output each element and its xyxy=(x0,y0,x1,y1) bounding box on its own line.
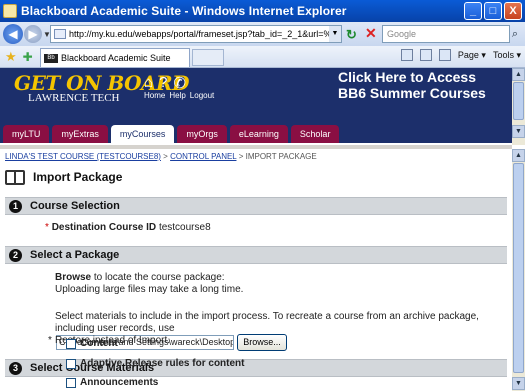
book-icon xyxy=(5,169,25,185)
window-controls: _ □ X xyxy=(464,2,522,20)
ie-app-icon xyxy=(3,4,17,18)
announcements-checkbox-label: Announcements xyxy=(80,377,159,388)
destination-course-row: * Destination Course ID testcourse8 xyxy=(45,222,211,234)
scroll-up-arrow-icon[interactable]: ▲ xyxy=(512,149,525,162)
breadcrumb-course-link[interactable]: LINDA'S TEST COURSE (TESTCOURSE8) xyxy=(5,152,161,161)
logout-link[interactable]: Logout xyxy=(190,91,214,100)
scroll-up-arrow-icon[interactable]: ▲ xyxy=(512,68,525,81)
tab-myltu[interactable]: myLTU xyxy=(3,125,50,143)
browser-tab[interactable]: Bb Blackboard Academic Suite xyxy=(40,48,190,67)
content-checkbox-label: Content xyxy=(80,338,118,349)
section-select-package: 2 Select a Package xyxy=(5,246,507,264)
required-marker: * xyxy=(45,222,49,233)
home-icon[interactable]: ⌂ xyxy=(144,74,153,92)
minimize-button[interactable]: _ xyxy=(464,2,482,20)
feeds-icon[interactable] xyxy=(419,49,432,61)
step-number-icon: 3 xyxy=(9,361,22,375)
forward-button[interactable]: ▶ xyxy=(24,25,42,43)
blackboard-favicon: Bb xyxy=(44,53,58,63)
section-title: Select a Package xyxy=(30,249,120,261)
stop-icon[interactable]: ✕ xyxy=(365,25,377,42)
tab-myextras[interactable]: myExtras xyxy=(52,125,108,143)
search-input[interactable]: Google xyxy=(382,25,510,43)
summer-courses-link[interactable]: Click Here to Access BB6 Summer Courses xyxy=(338,69,486,101)
adaptive-release-checkbox-label: Adaptive Release rules for content xyxy=(80,358,245,369)
page-content: GET ON BOARD LAWRENCE TECH ⌂ ? ✆ Home He… xyxy=(0,68,512,391)
page-header: Import Package xyxy=(5,164,505,190)
page-icon xyxy=(54,29,66,39)
page-menu[interactable]: Page ▾ xyxy=(458,50,486,61)
announcements-checkbox[interactable] xyxy=(66,377,76,388)
utility-labels: Home Help Logout xyxy=(144,91,214,100)
package-instructions: Browse to locate the course package: Upl… xyxy=(55,272,244,295)
adaptive-release-checkbox[interactable] xyxy=(66,358,76,369)
banner-frame-scrollbar[interactable]: ▼ xyxy=(512,81,525,145)
window-titlebar: Blackboard Academic Suite - Windows Inte… xyxy=(0,0,525,22)
print-icon[interactable] xyxy=(438,49,451,61)
window-title: Blackboard Academic Suite - Windows Inte… xyxy=(21,4,347,18)
portal-tabs: myLTU myExtras myCourses myOrgs eLearnin… xyxy=(0,125,512,145)
address-dropdown-icon[interactable]: ▼ xyxy=(329,26,341,42)
main-frame: LINDA'S TEST COURSE (TESTCOURSE8) > CONT… xyxy=(0,149,512,391)
tab-elearning[interactable]: eLearning xyxy=(229,125,288,143)
section-course-selection: 1 Course Selection xyxy=(5,197,507,215)
new-tab-button[interactable] xyxy=(192,49,224,66)
step-number-icon: 2 xyxy=(9,248,22,262)
breadcrumb-control-panel-link[interactable]: CONTROL PANEL xyxy=(170,152,236,161)
page-title: Import Package xyxy=(33,170,123,184)
favorites-star-icon[interactable]: ★ xyxy=(5,49,17,65)
destination-course-label: Destination Course ID xyxy=(51,222,157,233)
tab-scholar[interactable]: Scholar xyxy=(290,125,340,143)
scroll-down-arrow-icon[interactable]: ▼ xyxy=(512,377,525,390)
breadcrumb-current: IMPORT PACKAGE xyxy=(245,152,317,161)
close-button[interactable]: X xyxy=(504,2,522,20)
search-icon[interactable]: ⌕ xyxy=(507,25,523,43)
utility-icons: ⌂ ? ✆ xyxy=(144,74,186,92)
main-scroll-thumb[interactable] xyxy=(513,163,524,373)
tools-menu[interactable]: Tools ▾ xyxy=(493,50,521,61)
help-link[interactable]: Help xyxy=(169,91,185,100)
section-title: Course Selection xyxy=(30,200,120,212)
address-bar[interactable]: http://my.ku.edu/webapps/portal/frameset… xyxy=(50,25,342,43)
destination-course-value: testcourse8 xyxy=(158,222,211,233)
scroll-down-arrow-icon[interactable]: ▼ xyxy=(512,125,525,138)
tab-myorgs[interactable]: myOrgs xyxy=(177,125,227,143)
announcements-checkbox-row[interactable]: Announcements xyxy=(66,377,158,388)
maximize-button[interactable]: □ xyxy=(484,2,502,20)
required-marker: * xyxy=(48,335,52,346)
main-scrollbar[interactable]: ▲ ▼ xyxy=(512,149,525,391)
materials-instructions: Select materials to include in the impor… xyxy=(55,311,479,346)
help-icon[interactable]: ? xyxy=(159,74,167,92)
command-buttons: Page ▾ Tools ▾ xyxy=(400,49,521,61)
logout-icon[interactable]: ✆ xyxy=(173,74,186,92)
banner-scroll-thumb[interactable] xyxy=(513,82,524,120)
content-checkbox-row[interactable]: Content xyxy=(66,338,118,349)
back-button[interactable]: ◀ xyxy=(3,24,23,44)
home-link[interactable]: Home xyxy=(144,91,165,100)
add-favorites-icon[interactable]: ✚ xyxy=(23,50,33,64)
package-note: Uploading large files may take a long ti… xyxy=(55,284,244,295)
home-icon[interactable] xyxy=(400,49,413,61)
address-toolbar: ◀ ▶ ▼ http://my.ku.edu/webapps/portal/fr… xyxy=(0,22,525,46)
refresh-icon[interactable]: ↻ xyxy=(346,27,357,43)
breadcrumb: LINDA'S TEST COURSE (TESTCOURSE8) > CONT… xyxy=(5,152,317,161)
logo-line2: LAWRENCE TECH xyxy=(28,92,120,104)
banner-scrollbar[interactable]: ▲ xyxy=(512,68,525,81)
address-text: http://my.ku.edu/webapps/portal/frameset… xyxy=(69,29,342,39)
browser-tab-label: Blackboard Academic Suite xyxy=(61,53,171,63)
content-checkbox[interactable] xyxy=(66,338,76,349)
adaptive-release-checkbox-row[interactable]: Adaptive Release rules for content xyxy=(66,358,245,369)
step-number-icon: 1 xyxy=(9,199,22,213)
portal-banner: GET ON BOARD LAWRENCE TECH ⌂ ? ✆ Home He… xyxy=(0,68,512,145)
tab-mycourses[interactable]: myCourses xyxy=(110,125,175,145)
command-bar: ★ ✚ Bb Blackboard Academic Suite Page ▾ … xyxy=(0,46,525,68)
